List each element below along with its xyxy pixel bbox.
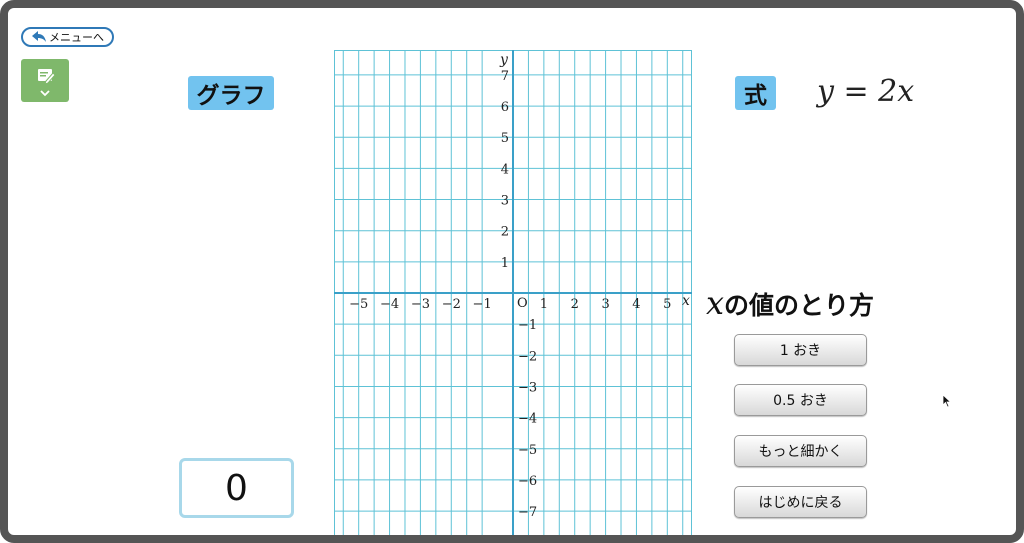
x-tick-label: −4 — [380, 297, 399, 312]
y-tick-label: 3 — [501, 194, 509, 209]
x-tick-label: −5 — [349, 297, 368, 312]
x-tick-label: −2 — [442, 297, 461, 312]
memo-pencil-icon — [38, 69, 56, 97]
x-step-title: xの値のとり方 — [706, 284, 874, 322]
y-tick-label: −5 — [518, 443, 537, 458]
x-step-title-var: x — [706, 284, 725, 322]
x-tick-label: 2 — [571, 297, 579, 312]
y-tick-label: −4 — [518, 412, 537, 427]
y-tick-label: −7 — [518, 505, 537, 520]
origin-label: O — [517, 296, 528, 311]
y-tick-label: 2 — [501, 225, 509, 240]
x-tick-label: 5 — [663, 297, 671, 312]
x-tick-label: −1 — [473, 297, 492, 312]
app-frame: メニューへ グラフ −5 −4 −3 −2 −1 1 2 3 4 5 −7 −6 −5 −4 −3 −2 −1 1… — [0, 0, 1024, 543]
x-step-title-text: の値のとり方 — [724, 291, 875, 320]
y-tick-label: 4 — [501, 162, 509, 177]
back-arrow-icon — [32, 31, 46, 42]
y-tick-label: −2 — [518, 349, 537, 364]
y-tick-label: 7 — [501, 69, 509, 84]
y-tick-label: 1 — [501, 256, 509, 271]
x-tick-label: 1 — [540, 297, 548, 312]
formula-label: 式 — [735, 76, 776, 110]
x-tick-label: 4 — [632, 297, 640, 312]
y-tick-label: 5 — [501, 131, 509, 146]
menu-button-label: メニューへ — [49, 31, 104, 44]
step-0-5-button[interactable]: 0.5 おき — [734, 384, 867, 416]
y-tick-label: −3 — [518, 380, 537, 395]
y-tick-label: −6 — [518, 474, 537, 489]
step-1-button[interactable]: 1 おき — [734, 334, 867, 366]
mouse-cursor-icon — [942, 394, 952, 408]
y-tick-label: 6 — [501, 100, 509, 115]
y-axis-label: y — [499, 52, 509, 68]
coordinate-grid[interactable]: −5 −4 −3 −2 −1 1 2 3 4 5−7−6−5−4−3−2−11234567O xy — [334, 50, 692, 536]
x-axis-label: x — [682, 293, 690, 309]
formula-expression: y = 2x — [817, 74, 915, 109]
finer-step-button[interactable]: もっと細かく — [734, 435, 867, 467]
memo-button[interactable] — [21, 59, 69, 102]
graph-label: グラフ — [188, 76, 274, 110]
point-counter: 0 — [179, 458, 294, 518]
menu-button[interactable]: メニューへ — [21, 27, 114, 47]
x-tick-label: −3 — [411, 297, 430, 312]
x-tick-label: 3 — [601, 297, 609, 312]
reset-button[interactable]: はじめに戻る — [734, 486, 867, 518]
y-tick-label: −1 — [518, 318, 537, 333]
